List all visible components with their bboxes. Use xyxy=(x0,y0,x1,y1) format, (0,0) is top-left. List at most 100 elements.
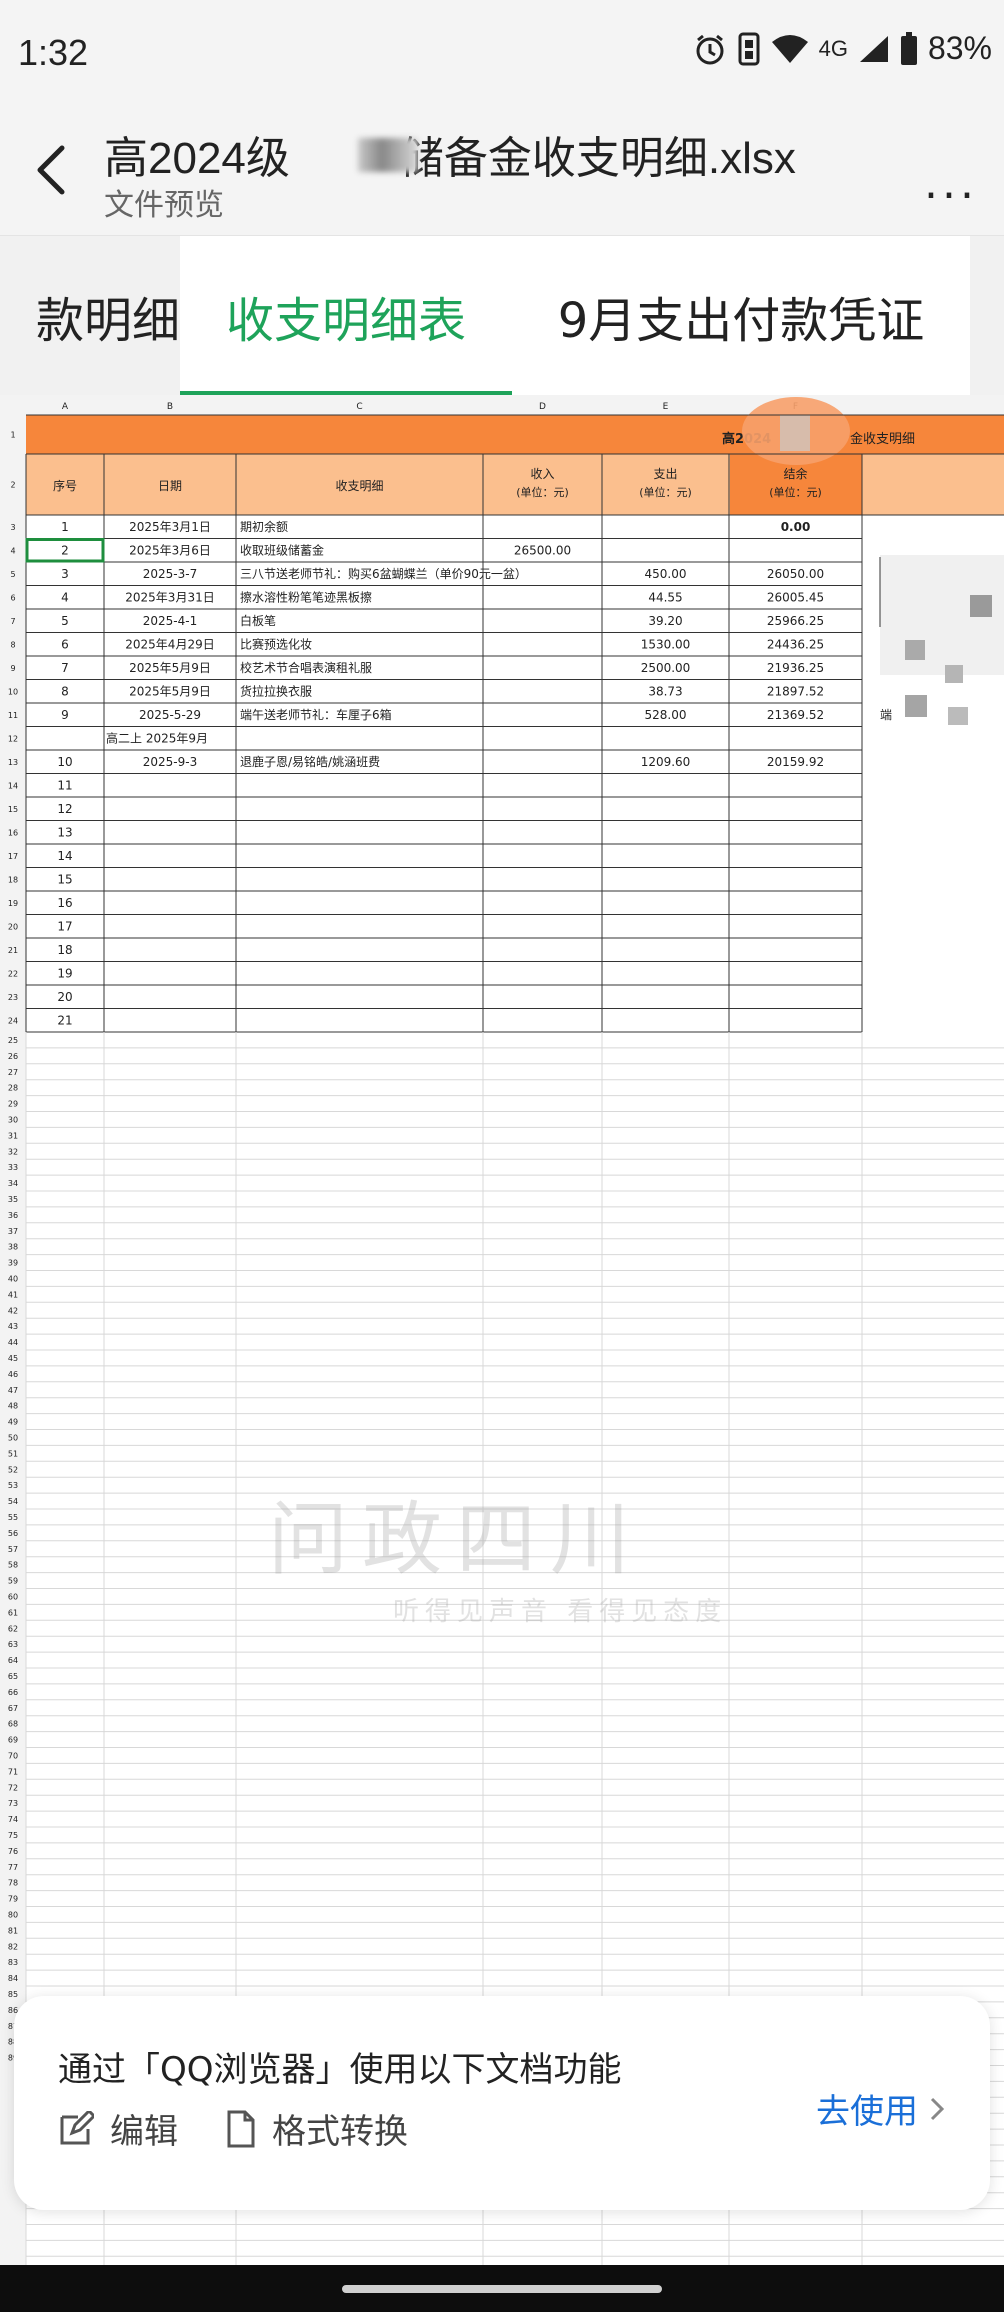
table-row[interactable]: 高二上 2025年9月 xyxy=(106,731,208,746)
row-number: 34 xyxy=(8,1179,18,1188)
row-number: 64 xyxy=(8,1656,18,1665)
cell-balance: 21936.25 xyxy=(767,661,824,675)
table-row[interactable]: 19 xyxy=(57,967,72,981)
row-number: 43 xyxy=(8,1322,18,1331)
cell-expense: 2500.00 xyxy=(641,661,691,675)
mosaic-block xyxy=(970,595,992,617)
system-nav-bar xyxy=(0,2265,1004,2312)
row-number: 46 xyxy=(8,1370,18,1379)
table-row[interactable]: 18 xyxy=(57,943,72,957)
row-number: 84 xyxy=(8,1974,18,1983)
cell-balance: 25966.25 xyxy=(767,614,824,628)
cell-seq: 18 xyxy=(57,943,72,957)
spreadsheet-viewer[interactable]: ABCDEF高2024金收支明细序号日期收支明细收入(单位：元)支出(单位：元)… xyxy=(0,395,1004,2265)
cell-date: 2025年5月9日 xyxy=(129,661,211,675)
header-expense-line1: 支出 xyxy=(653,467,677,481)
table-row[interactable]: 12 xyxy=(57,802,72,816)
row-number: 85 xyxy=(8,1990,18,1999)
cell-date: 2025年5月9日 xyxy=(129,685,211,699)
table-row[interactable]: 16 xyxy=(57,896,72,910)
cell-seq: 7 xyxy=(61,661,69,675)
column-header-e: E xyxy=(663,402,669,412)
row-number: 27 xyxy=(8,1068,18,1077)
cell-seq: 19 xyxy=(57,967,72,981)
tab-payment-detail[interactable]: 款明细 xyxy=(0,236,180,396)
edit-label: 编辑 xyxy=(110,2112,178,2152)
edit-icon xyxy=(60,2110,94,2144)
header-income-line1: 收入 xyxy=(530,467,554,481)
row-number: 48 xyxy=(8,1402,18,1411)
cell-detail: 擦水溶性粉笔笔迹黑板擦 xyxy=(240,590,372,605)
row-number: 39 xyxy=(8,1259,18,1268)
cell-balance: 24436.25 xyxy=(767,638,824,652)
row-number: 47 xyxy=(8,1386,18,1395)
tab-september-voucher[interactable]: 9月支出付款凭证 xyxy=(514,236,968,396)
edit-action[interactable]: 编辑 xyxy=(58,2104,178,2153)
table-row[interactable]: 14 xyxy=(57,849,72,863)
row-number: 55 xyxy=(8,1513,18,1522)
table-row[interactable]: 13 xyxy=(57,826,72,840)
cell-seq: 16 xyxy=(57,896,72,910)
qq-browser-banner: 通过「QQ浏览器」使用以下文档功能 编辑 格式转换 去使用 xyxy=(14,1996,990,2210)
header-balance-line2: (单位：元) xyxy=(769,485,822,499)
format-convert-label: 格式转换 xyxy=(272,2112,408,2152)
cell-date: 2025-4-1 xyxy=(143,614,197,628)
cell-balance: 21369.52 xyxy=(767,708,824,722)
row-number: 73 xyxy=(8,1799,18,1808)
table-row[interactable]: 20 xyxy=(57,990,72,1004)
cell-balance: 26050.00 xyxy=(767,567,824,581)
table-row[interactable]: 15 xyxy=(57,873,72,887)
cell-date: 2025-3-7 xyxy=(143,567,197,581)
column-header-bar xyxy=(0,395,1004,415)
row-number: 82 xyxy=(8,1942,18,1951)
row-number: 28 xyxy=(8,1084,18,1093)
table-row[interactable]: 21 xyxy=(57,1014,72,1028)
cell-detail: 比赛预选化妆 xyxy=(240,637,312,652)
row-number: 59 xyxy=(8,1577,18,1586)
cell-date: 高二上 2025年9月 xyxy=(106,731,208,746)
cell-expense: 1530.00 xyxy=(641,638,691,652)
header-date: 日期 xyxy=(158,479,182,493)
row-number: 75 xyxy=(8,1831,18,1840)
row-number: 74 xyxy=(8,1815,18,1824)
document-icon xyxy=(227,2110,255,2147)
cell-detail: 收取班级储蓄金 xyxy=(240,543,324,558)
header-seq: 序号 xyxy=(53,478,77,493)
row-number: 71 xyxy=(8,1767,18,1776)
cell-seq: 5 xyxy=(61,614,69,628)
cell-seq: 21 xyxy=(57,1014,72,1028)
cell-detail: 货拉拉换衣服 xyxy=(240,684,312,699)
table-row[interactable]: 11 xyxy=(57,779,72,793)
row-number: 7 xyxy=(10,617,15,626)
header-detail: 收支明细 xyxy=(335,479,383,493)
tab-income-expense[interactable]: 收支明细表 xyxy=(180,236,512,396)
status-icons: 4G 83% xyxy=(693,30,992,67)
row-number: 40 xyxy=(8,1274,18,1283)
row-number: 54 xyxy=(8,1497,18,1506)
row-number: 16 xyxy=(8,828,18,837)
go-use-button[interactable]: 去使用 xyxy=(816,2084,946,2133)
mosaic-block xyxy=(905,695,927,717)
row-number: 53 xyxy=(8,1481,18,1490)
wifi-icon xyxy=(771,34,808,63)
column-header-b: B xyxy=(167,402,173,412)
more-options-button[interactable]: ... xyxy=(924,158,978,209)
format-convert-action[interactable]: 格式转换 xyxy=(226,2104,408,2153)
row-number: 65 xyxy=(8,1672,18,1681)
home-gesture-handle[interactable] xyxy=(342,2285,662,2293)
status-bar: 1:32 4G 83% xyxy=(0,0,1004,110)
file-title-prefix: 高2024级 xyxy=(104,134,290,183)
cell-date: 2025年3月1日 xyxy=(129,520,211,534)
cell-seq: 10 xyxy=(57,755,72,769)
row-number: 2 xyxy=(10,481,15,490)
row-number: 68 xyxy=(8,1720,18,1729)
table-row[interactable]: 17 xyxy=(57,920,72,934)
back-arrow-icon[interactable] xyxy=(26,140,76,200)
cell-balance: 0.00 xyxy=(781,520,811,534)
network-type: 4G xyxy=(818,35,848,61)
tab-more[interactable] xyxy=(970,236,1004,396)
row-number: 56 xyxy=(8,1529,18,1538)
row-number: 63 xyxy=(8,1640,18,1649)
header-expense-line2: (单位：元) xyxy=(639,485,692,499)
row-number: 25 xyxy=(8,1036,18,1045)
